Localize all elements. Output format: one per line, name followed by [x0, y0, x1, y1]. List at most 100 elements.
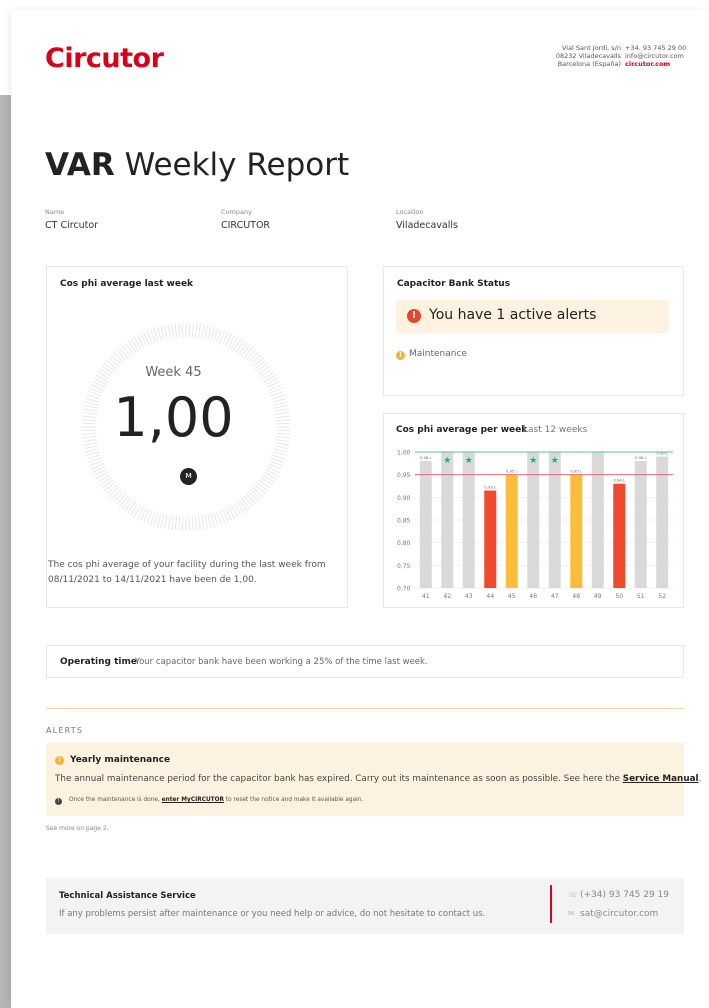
- y-tick-label: 0,70: [397, 586, 411, 593]
- gauge-tick: [133, 336, 142, 350]
- gauge-tick: [230, 336, 239, 350]
- gauge-tick: [110, 489, 122, 500]
- cosphi-description: The cos phi average of your facility dur…: [48, 560, 326, 585]
- y-tick-label: 1,00: [397, 450, 411, 457]
- gauge-tick: [260, 476, 273, 486]
- star-icon: ★: [551, 456, 559, 466]
- x-tick-label: 45: [508, 593, 516, 600]
- bar: [419, 461, 432, 588]
- mycircutor-link[interactable]: enter MyCIRCUTOR: [162, 797, 224, 803]
- gauge-tick: [254, 484, 266, 495]
- bar: [505, 474, 518, 588]
- gauge-tick: [136, 506, 145, 520]
- tech-phone[interactable]: ☏ (+34) 93 745 29 19: [568, 890, 669, 900]
- gauge-tick: [97, 474, 110, 483]
- x-tick-label: 41: [422, 593, 430, 600]
- gauge-tick: [258, 479, 271, 489]
- gauge-tick: [198, 516, 201, 531]
- gauge-tick: [248, 351, 259, 363]
- divider: [46, 708, 684, 709]
- active-alerts-banner[interactable]: ! You have 1 active alerts: [396, 300, 669, 333]
- warning-icon: !: [55, 756, 64, 765]
- warning-icon: !: [396, 351, 405, 360]
- gauge-tick: [174, 323, 177, 338]
- gauge-tick: [272, 451, 287, 457]
- gauge-tick: [127, 501, 137, 514]
- tech-text: If any problems persist after maintenanc…: [59, 909, 486, 919]
- gauge-tick: [250, 354, 262, 365]
- alerts-heading: ALERTS: [46, 726, 84, 735]
- gauge-tick: [160, 514, 165, 529]
- waveform-icon: м: [180, 468, 197, 485]
- y-tick-label: 0,95: [397, 472, 411, 479]
- gauge-tick: [167, 324, 171, 339]
- alert-title: Yearly maintenance: [70, 755, 171, 765]
- gauge-tick: [245, 493, 256, 505]
- data-label: 0,93 L: [484, 485, 497, 490]
- gauge-tick: [103, 482, 116, 492]
- y-tick-label: 0,90: [397, 495, 411, 502]
- active-alerts-text: You have 1 active alerts: [429, 307, 597, 323]
- star-icon: ★: [529, 456, 537, 466]
- gauge-tick: [136, 334, 145, 348]
- gauge-tick: [250, 489, 262, 500]
- y-tick-label: 0,80: [397, 540, 411, 547]
- x-tick-label: 42: [443, 593, 451, 600]
- circutor-logo: Circutor: [45, 43, 164, 74]
- x-tick-label: 43: [465, 593, 473, 600]
- y-tick-label: 0,85: [397, 518, 411, 525]
- gauge-tick: [167, 515, 171, 530]
- data-label: 0,95 L: [570, 469, 583, 474]
- gauge-tick: [210, 513, 216, 528]
- gauge-tick: [207, 325, 212, 340]
- info-icon: !: [55, 798, 62, 805]
- gauge-tick: [106, 484, 118, 495]
- info-name: Name CT Circutor: [45, 208, 99, 231]
- data-label: 0,98 L: [420, 455, 433, 460]
- gauge-tick: [121, 497, 131, 510]
- gauge-tick: [113, 491, 124, 503]
- star-icon: ★: [443, 456, 451, 466]
- status-card-title: Capacitor Bank Status: [397, 279, 511, 289]
- gauge-tick: [238, 499, 248, 512]
- gauge-tick: [156, 513, 162, 528]
- gauge-tick: [191, 323, 194, 338]
- bar: [548, 452, 561, 588]
- gauge-tick: [133, 504, 142, 518]
- gauge-tick: [84, 448, 99, 453]
- gauge-tick: [127, 340, 137, 353]
- tech-email[interactable]: ✉ sat@circutor.com: [568, 909, 658, 919]
- gauge-tick: [243, 495, 254, 507]
- gauge-tick: [230, 504, 239, 518]
- page-title: VAR Weekly Report: [45, 147, 350, 183]
- alert-note: ! Once the maintenance is done, enter MyC…: [55, 797, 363, 805]
- gauge-tick: [110, 354, 122, 365]
- gauge-tick: [195, 516, 198, 531]
- gauge-tick: [85, 451, 100, 457]
- x-tick-label: 51: [637, 593, 645, 600]
- bar: [656, 456, 669, 588]
- gauge-tick: [227, 506, 236, 520]
- gauge-tick: [243, 347, 254, 359]
- gauge-tick: [273, 448, 288, 453]
- weekly-chart-title: Cos phi average per week: [396, 425, 528, 435]
- x-tick-label: 44: [486, 593, 494, 600]
- gauge-tick: [118, 495, 129, 507]
- gauge-tick: [124, 499, 134, 512]
- gauge-tick: [241, 497, 251, 510]
- service-manual-link[interactable]: Service Manual: [623, 774, 699, 784]
- bar: [634, 461, 647, 588]
- operating-time-card: Operating time Your capacitor bank have …: [46, 645, 684, 678]
- company-contact: +34. 93 745 29 00 info@circutor.com circ…: [625, 44, 687, 69]
- gauge-tick: [235, 340, 245, 353]
- yearly-maintenance-alert: ! Yearly maintenance The annual maintena…: [46, 743, 701, 816]
- website-link[interactable]: circutor.com: [625, 60, 686, 68]
- gauge-tick: [263, 471, 277, 480]
- phone-icon: ☏: [568, 890, 579, 899]
- tech-divider: [550, 885, 552, 923]
- info-location: Location Viladecavalls: [396, 208, 458, 231]
- gauge-tick: [198, 323, 201, 338]
- gauge-tick: [130, 503, 139, 516]
- alert-icon: !: [407, 309, 421, 323]
- operating-time-title: Operating time: [60, 657, 137, 667]
